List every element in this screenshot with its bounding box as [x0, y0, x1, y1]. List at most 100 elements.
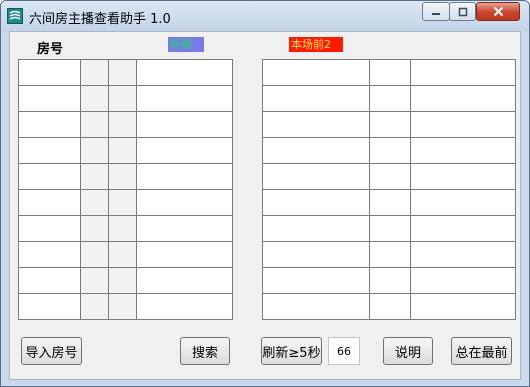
table-cell[interactable] [369, 163, 411, 190]
table-cell[interactable] [262, 163, 370, 190]
table-cell[interactable] [18, 189, 81, 216]
table-cell[interactable] [369, 241, 411, 268]
table-row[interactable] [262, 85, 516, 112]
table-row[interactable] [18, 267, 233, 294]
table-row[interactable] [262, 241, 516, 268]
table-row[interactable] [18, 59, 233, 86]
table-row[interactable] [262, 215, 516, 242]
table-cell[interactable] [410, 189, 516, 216]
table-row[interactable] [262, 111, 516, 138]
table-cell[interactable] [369, 85, 411, 112]
table-cell[interactable] [80, 267, 109, 294]
refresh-seconds-input[interactable]: 66 [328, 337, 360, 365]
table-cell[interactable] [18, 111, 81, 138]
table-cell[interactable] [136, 137, 233, 164]
table-cell[interactable] [262, 215, 370, 242]
table-cell[interactable] [18, 241, 81, 268]
table-cell[interactable] [108, 111, 137, 138]
table-cell[interactable] [136, 293, 233, 320]
table-cell[interactable] [80, 241, 109, 268]
table-cell[interactable] [262, 85, 370, 112]
import-rooms-button[interactable]: 导入房号 [21, 337, 82, 365]
table-cell[interactable] [136, 111, 233, 138]
table-cell[interactable] [80, 163, 109, 190]
minimize-button[interactable] [422, 2, 450, 21]
table-cell[interactable] [80, 111, 109, 138]
table-cell[interactable] [80, 189, 109, 216]
table-cell[interactable] [108, 85, 137, 112]
table-cell[interactable] [136, 215, 233, 242]
table-cell[interactable] [136, 85, 233, 112]
table-cell[interactable] [108, 189, 137, 216]
table-cell[interactable] [262, 293, 370, 320]
table-cell[interactable] [369, 137, 411, 164]
table-row[interactable] [18, 215, 233, 242]
search-button[interactable]: 搜索 [180, 337, 230, 365]
table-cell[interactable] [410, 59, 516, 86]
table-cell[interactable] [262, 267, 370, 294]
table-cell[interactable] [18, 59, 81, 86]
table-row[interactable] [262, 59, 516, 86]
table-cell[interactable] [410, 267, 516, 294]
table-cell[interactable] [410, 111, 516, 138]
table-row[interactable] [262, 189, 516, 216]
table-cell[interactable] [80, 293, 109, 320]
table-row[interactable] [262, 293, 516, 320]
table-cell[interactable] [108, 241, 137, 268]
table-cell[interactable] [18, 137, 81, 164]
table-cell[interactable] [136, 267, 233, 294]
always-on-top-button[interactable]: 总在最前 [451, 337, 512, 365]
table-row[interactable] [18, 189, 233, 216]
table-cell[interactable] [80, 215, 109, 242]
table-cell[interactable] [108, 137, 137, 164]
table-cell[interactable] [18, 215, 81, 242]
table-row[interactable] [18, 137, 233, 164]
refresh-button[interactable]: 刷新≥5秒 [261, 337, 322, 365]
close-button[interactable] [476, 2, 520, 21]
table-row[interactable] [18, 85, 233, 112]
table-cell[interactable] [262, 59, 370, 86]
table-cell[interactable] [410, 293, 516, 320]
table-cell[interactable] [410, 163, 516, 190]
table-row[interactable] [18, 241, 233, 268]
table-cell[interactable] [262, 137, 370, 164]
table-cell[interactable] [18, 85, 81, 112]
table-cell[interactable] [410, 85, 516, 112]
table-cell[interactable] [136, 59, 233, 86]
table-cell[interactable] [108, 267, 137, 294]
title-bar[interactable]: 六间房主播查看助手 1.0 [1, 1, 529, 31]
table-cell[interactable] [369, 293, 411, 320]
table-cell[interactable] [108, 215, 137, 242]
ranking-list-table[interactable] [262, 59, 516, 320]
table-cell[interactable] [136, 189, 233, 216]
table-cell[interactable] [410, 241, 516, 268]
table-cell[interactable] [108, 163, 137, 190]
table-cell[interactable] [18, 163, 81, 190]
table-cell[interactable] [80, 137, 109, 164]
table-cell[interactable] [108, 293, 137, 320]
table-cell[interactable] [108, 59, 137, 86]
table-cell[interactable] [80, 59, 109, 86]
table-cell[interactable] [262, 241, 370, 268]
table-cell[interactable] [369, 111, 411, 138]
table-cell[interactable] [262, 189, 370, 216]
table-cell[interactable] [410, 215, 516, 242]
table-cell[interactable] [262, 111, 370, 138]
table-cell[interactable] [369, 267, 411, 294]
table-row[interactable] [18, 293, 233, 320]
table-cell[interactable] [80, 85, 109, 112]
table-row[interactable] [18, 163, 233, 190]
table-cell[interactable] [18, 267, 81, 294]
table-cell[interactable] [136, 163, 233, 190]
table-row[interactable] [262, 137, 516, 164]
table-row[interactable] [18, 111, 233, 138]
maximize-button[interactable] [449, 2, 476, 21]
table-cell[interactable] [410, 137, 516, 164]
table-cell[interactable] [136, 241, 233, 268]
table-cell[interactable] [18, 293, 81, 320]
table-cell[interactable] [369, 215, 411, 242]
table-row[interactable] [262, 163, 516, 190]
table-cell[interactable] [369, 59, 411, 86]
table-row[interactable] [262, 267, 516, 294]
help-button[interactable]: 说明 [383, 337, 433, 365]
